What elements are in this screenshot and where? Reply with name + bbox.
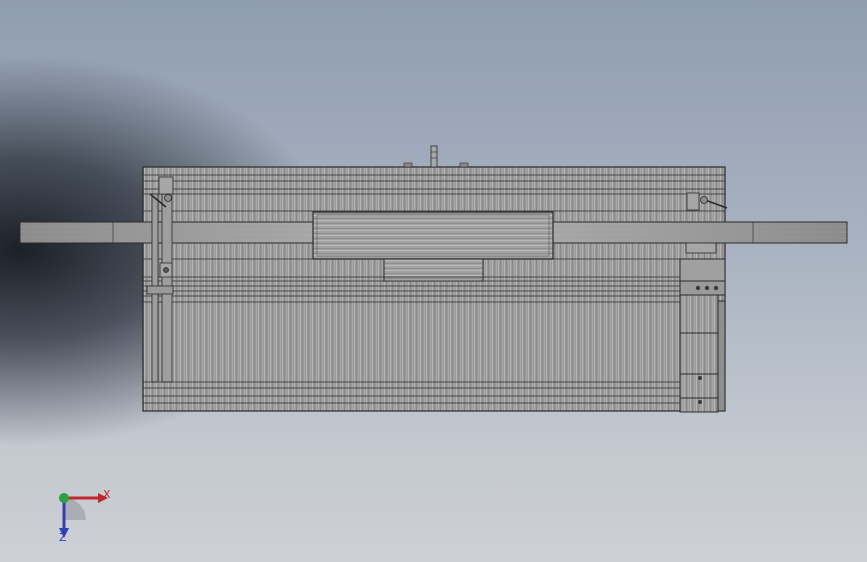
z-axis-label: Z — [59, 531, 67, 544]
assembly-model[interactable] — [0, 0, 867, 562]
right-motor-housing — [679, 258, 726, 413]
x-axis-label: X — [103, 488, 111, 501]
lower-center-block — [383, 258, 484, 282]
main-frame — [142, 166, 726, 412]
cad-viewport[interactable]: X Y Z — [0, 0, 867, 562]
top-pin — [403, 145, 469, 168]
y-axis-dot — [59, 493, 69, 503]
center-carriage — [312, 211, 554, 260]
